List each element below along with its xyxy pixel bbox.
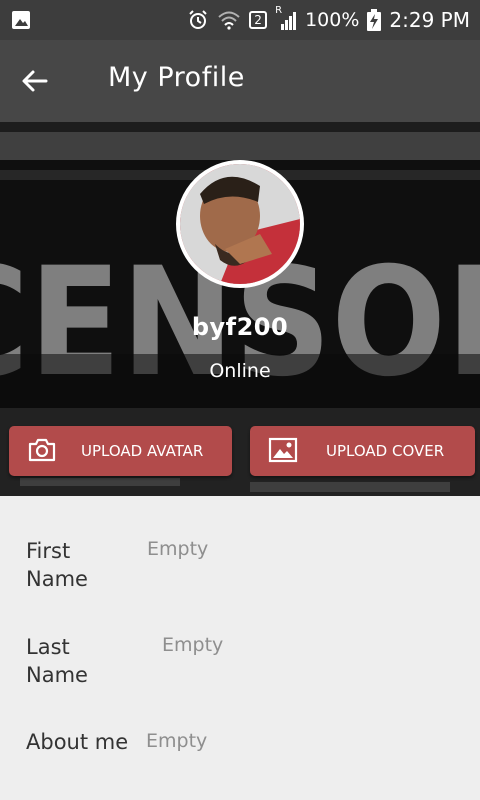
first-name-label-line2: Name xyxy=(26,567,88,591)
upload-cover-label: UPLOAD COVER xyxy=(326,442,445,460)
page-title: My Profile xyxy=(108,62,245,93)
profile-details: First Name Empty Last Name Empty About m… xyxy=(0,496,480,800)
last-name-label-line2: Name xyxy=(26,663,88,687)
first-name-label: First Name xyxy=(26,537,88,593)
avatar[interactable] xyxy=(176,160,304,288)
battery-percent: 100% xyxy=(305,9,360,31)
clock-time: 2:29 PM xyxy=(389,8,470,32)
about-me-value[interactable]: Empty xyxy=(146,730,207,752)
last-name-label: Last Name xyxy=(26,633,88,689)
first-name-label-line1: First xyxy=(26,539,71,563)
image-icon xyxy=(12,11,30,29)
app-bar: My Profile xyxy=(0,40,480,122)
status-bar: 2 R 100% 2:29 PM xyxy=(0,0,480,40)
about-me-label: About me xyxy=(26,730,129,754)
camera-icon xyxy=(28,438,56,462)
band-texture xyxy=(250,482,450,492)
sim-slot-badge: 2 xyxy=(249,11,268,29)
status-right: 2 R 100% 2:29 PM xyxy=(187,0,470,40)
alarm-icon xyxy=(189,10,207,29)
picture-icon xyxy=(268,437,298,463)
band-texture xyxy=(20,478,180,486)
signal-group: R xyxy=(275,5,297,31)
signal-icon xyxy=(281,12,297,30)
back-arrow-icon[interactable] xyxy=(18,64,52,98)
battery-charging-icon xyxy=(367,9,382,31)
first-name-value[interactable]: Empty xyxy=(147,538,208,560)
upload-avatar-label: UPLOAD AVATAR xyxy=(81,442,204,460)
upload-cover-button[interactable]: UPLOAD COVER xyxy=(250,426,475,476)
username: byf200 xyxy=(191,313,289,341)
avatar-photo xyxy=(180,164,300,284)
last-name-value[interactable]: Empty xyxy=(162,634,223,656)
upload-avatar-button[interactable]: UPLOAD AVATAR xyxy=(9,426,232,476)
online-status: Online xyxy=(209,360,271,382)
last-name-label-line1: Last xyxy=(26,635,70,659)
wifi-icon xyxy=(218,11,240,30)
